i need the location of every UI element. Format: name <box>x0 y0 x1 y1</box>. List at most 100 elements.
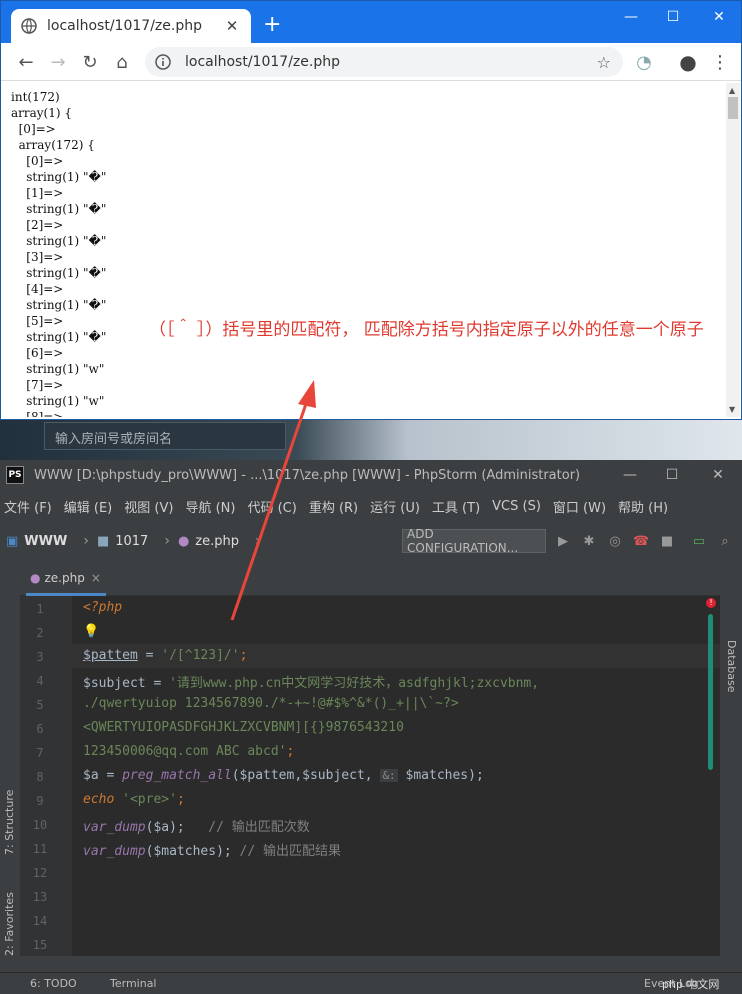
code-line-4: $subject = '请到www.php.cn中文网学习好技术，asdfghj… <box>83 676 540 691</box>
debug-icon[interactable]: ✱ <box>580 532 598 550</box>
dump-line: array(1) { <box>11 106 73 120</box>
line-gutter: 1 2 3 4 5 6 7 8 9 10 11 12 13 14 15 <box>20 596 72 956</box>
listen-debug-icon[interactable]: ☎ <box>632 532 650 550</box>
tab-title: localhost/1017/ze.php <box>47 18 202 34</box>
close-tab-icon[interactable]: × <box>91 571 101 585</box>
terminal-tab[interactable]: Terminal <box>110 977 157 990</box>
scroll-up-icon[interactable]: ▲ <box>729 86 735 95</box>
phpstorm-window: PS WWW [D:\phpstudy_pro\WWW] - ...\1017\… <box>0 460 742 994</box>
menu-refactor[interactable]: 重构 (R) <box>309 497 358 516</box>
home-icon[interactable]: ⌂ <box>111 51 133 73</box>
ide-titlebar: PS WWW [D:\phpstudy_pro\WWW] - ...\1017\… <box>0 460 742 490</box>
code-line-9: echo '<pre>'; <box>83 792 185 807</box>
line-number: 9 <box>36 794 44 808</box>
add-configuration-button[interactable]: ADD CONFIGURATION... <box>402 527 546 555</box>
code-editor[interactable]: <?php 💡 $pattem = '/[^123]/'; $subject =… <box>72 596 720 956</box>
chevron-right-icon: › <box>164 533 170 549</box>
timer-extension-icon[interactable]: ◔ <box>633 51 655 73</box>
file-tab-label: ze.php <box>44 570 85 585</box>
ide-menubar: 文件 (F) 编辑 (E) 视图 (V) 导航 (N) 代码 (C) 重构 (R… <box>0 494 742 518</box>
menu-view[interactable]: 视图 (V) <box>124 497 173 516</box>
ide-close-button[interactable]: ✕ <box>698 464 738 486</box>
scroll-down-icon[interactable]: ▼ <box>729 405 735 414</box>
dump-line: string(1) "�" <box>11 234 107 248</box>
code-line-1: <?php <box>83 600 123 615</box>
line-number: 4 <box>36 674 44 688</box>
lightbulb-icon[interactable]: 💡 <box>83 624 99 639</box>
code-line-7: 123450006@qq.com ABC abcd'; <box>83 744 295 759</box>
breadcrumb-file[interactable]: ● ze.php <box>178 534 239 549</box>
code-line-8: $a = preg_match_all($pattem,$subject, &:… <box>83 768 484 783</box>
structure-tool-tab[interactable]: 7: Structure <box>3 790 16 855</box>
account-icon[interactable]: ● <box>677 50 699 74</box>
menu-file[interactable]: 文件 (F) <box>4 497 52 516</box>
ide-minimize-button[interactable]: — <box>610 464 650 486</box>
line-number: 15 <box>32 938 48 952</box>
menu-code[interactable]: 代码 (C) <box>247 497 296 516</box>
browser-tab[interactable]: localhost/1017/ze.php ✕ <box>11 9 251 43</box>
code-line-3: $pattem = '/[^123]/'; <box>83 648 248 663</box>
stop-icon[interactable]: ■ <box>658 532 676 550</box>
page-content: int(172) array(1) { [0]=> array(172) { [0… <box>3 83 725 417</box>
line-number: 5 <box>36 698 44 712</box>
breadcrumb-project[interactable]: ▣ WWW <box>6 534 67 549</box>
address-bar[interactable]: localhost/1017/ze.php ☆ <box>145 47 623 77</box>
phpstorm-logo-icon: PS <box>6 466 24 484</box>
line-number: 6 <box>36 722 44 736</box>
tab-close-icon[interactable]: ✕ <box>223 17 241 35</box>
file-tab[interactable]: ● ze.php × <box>26 562 106 596</box>
menu-help[interactable]: 帮助 (H) <box>618 497 668 516</box>
watermark: php 中文网 <box>662 978 720 991</box>
chevron-right-icon: › <box>83 533 89 549</box>
dump-line: [5]=> <box>11 314 64 328</box>
menu-vcs[interactable]: VCS (S) <box>492 499 541 514</box>
todo-tab[interactable]: 6: TODO <box>30 977 77 990</box>
url-text[interactable]: localhost/1017/ze.php <box>185 54 340 70</box>
breadcrumb: ▣ WWW › ■ 1017 › ● ze.php › <box>0 526 742 556</box>
line-number: 3 <box>36 650 44 664</box>
dump-line: [8]=> <box>11 410 64 417</box>
ide-maximize-button[interactable]: ☐ <box>652 464 692 486</box>
php-file-icon: ● <box>30 570 41 585</box>
dump-line: [6]=> <box>11 346 64 360</box>
database-tool-tab[interactable]: Database <box>725 640 738 693</box>
run-icon[interactable]: ▶ <box>554 532 572 550</box>
editor-scroll-marker[interactable] <box>708 614 713 770</box>
ide-statusbar: 6: TODO Terminal Event Log <box>0 972 742 994</box>
info-icon[interactable] <box>155 54 171 70</box>
dump-line: string(1) "�" <box>11 202 107 216</box>
menu-run[interactable]: 运行 (U) <box>370 497 420 516</box>
reload-icon[interactable]: ↻ <box>79 51 101 73</box>
dump-line: string(1) "�" <box>11 170 107 184</box>
php-file-icon: ● <box>177 533 190 549</box>
close-window-button[interactable]: ✕ <box>701 5 737 29</box>
menu-window[interactable]: 窗口 (W) <box>553 497 606 516</box>
search-icon[interactable]: ⌕ <box>716 532 734 550</box>
desktop-background: 输入房间号或房间名 <box>0 420 742 460</box>
error-indicator-icon[interactable]: ! <box>706 598 716 608</box>
menu-edit[interactable]: 编辑 (E) <box>64 497 113 516</box>
scrollbar-thumb[interactable] <box>728 97 738 119</box>
star-icon[interactable]: ☆ <box>597 53 611 72</box>
menu-navigate[interactable]: 导航 (N) <box>185 497 235 516</box>
new-tab-button[interactable]: + <box>263 13 281 37</box>
coverage-icon[interactable]: ◎ <box>606 532 624 550</box>
menu-tools[interactable]: 工具 (T) <box>432 497 480 516</box>
room-search-input[interactable]: 输入房间号或房间名 <box>44 422 286 450</box>
terminal-icon[interactable]: ▭ <box>690 532 708 550</box>
favorites-tool-tab[interactable]: 2: Favorites <box>3 892 16 956</box>
back-icon[interactable]: ← <box>15 51 37 73</box>
dump-line: string(1) "w" <box>11 362 105 376</box>
breadcrumb-folder[interactable]: ■ 1017 <box>97 534 148 549</box>
line-number: 13 <box>32 890 48 904</box>
dump-line: [1]=> <box>11 186 64 200</box>
menu-icon[interactable]: ⋮ <box>709 51 731 73</box>
page-scrollbar[interactable]: ▲ ▼ <box>726 83 740 417</box>
minimize-button[interactable]: — <box>613 5 649 29</box>
dump-line: [4]=> <box>11 282 64 296</box>
maximize-button[interactable]: ☐ <box>655 5 691 29</box>
editor-tabs: ● ze.php × <box>20 562 720 596</box>
forward-icon[interactable]: → <box>47 51 69 73</box>
dump-line: string(1) "w" <box>11 394 105 408</box>
code-line-5: ./qwertyuiop 1234567890./*-+~!@#$%^&*()_… <box>83 696 459 711</box>
